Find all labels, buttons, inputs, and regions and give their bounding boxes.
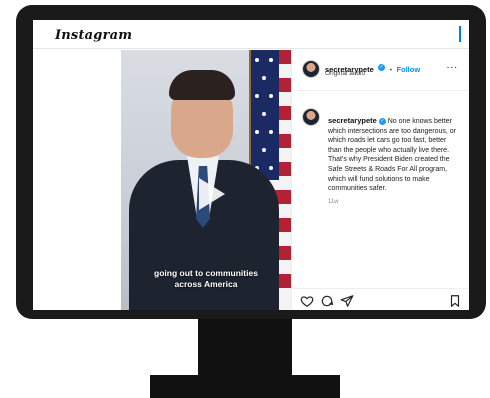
caption-text: No one knows better which intersections …: [328, 118, 457, 193]
scrollbar[interactable]: [459, 26, 461, 42]
post-card: going out to communities across America …: [121, 50, 469, 310]
verified-badge-icon: ✓: [378, 64, 386, 72]
monitor-stand-neck: [198, 319, 292, 375]
instagram-logo[interactable]: Instagram: [55, 28, 132, 43]
more-options-icon[interactable]: ...: [447, 60, 458, 71]
post-author-header: secretarypete ✓ • Follow Original audio …: [292, 50, 469, 91]
avatar[interactable]: [302, 60, 320, 78]
post-caption: secretarypete ✓ No one knows better whic…: [328, 116, 460, 194]
original-audio-link[interactable]: Original audio: [325, 70, 365, 77]
separator-dot: •: [389, 67, 392, 74]
post-actions-bar: [292, 288, 469, 310]
post-video[interactable]: going out to communities across America: [121, 50, 291, 310]
speaker-hair: [169, 70, 235, 100]
caption-line: going out to communities: [154, 268, 258, 278]
comment-avatar[interactable]: [302, 108, 320, 126]
heart-icon[interactable]: [300, 294, 314, 308]
share-icon[interactable]: [340, 294, 354, 308]
post-timestamp[interactable]: 11w: [328, 199, 339, 205]
play-icon[interactable]: [189, 174, 229, 214]
verified-badge-icon: ✓: [378, 117, 386, 125]
monitor-screen: Instagram going out to communities acros…: [33, 20, 469, 310]
monitor-stand-base: [150, 375, 340, 398]
comment-icon[interactable]: [320, 294, 334, 308]
bookmark-icon[interactable]: [448, 294, 462, 308]
instagram-header: Instagram: [33, 20, 469, 49]
caption-username[interactable]: secretarypete: [328, 116, 377, 125]
video-caption: going out to communities across America: [131, 268, 281, 290]
caption-line: across America: [174, 279, 238, 289]
follow-button[interactable]: Follow: [396, 65, 420, 74]
post-sidebar: secretarypete ✓ • Follow Original audio …: [291, 50, 469, 310]
